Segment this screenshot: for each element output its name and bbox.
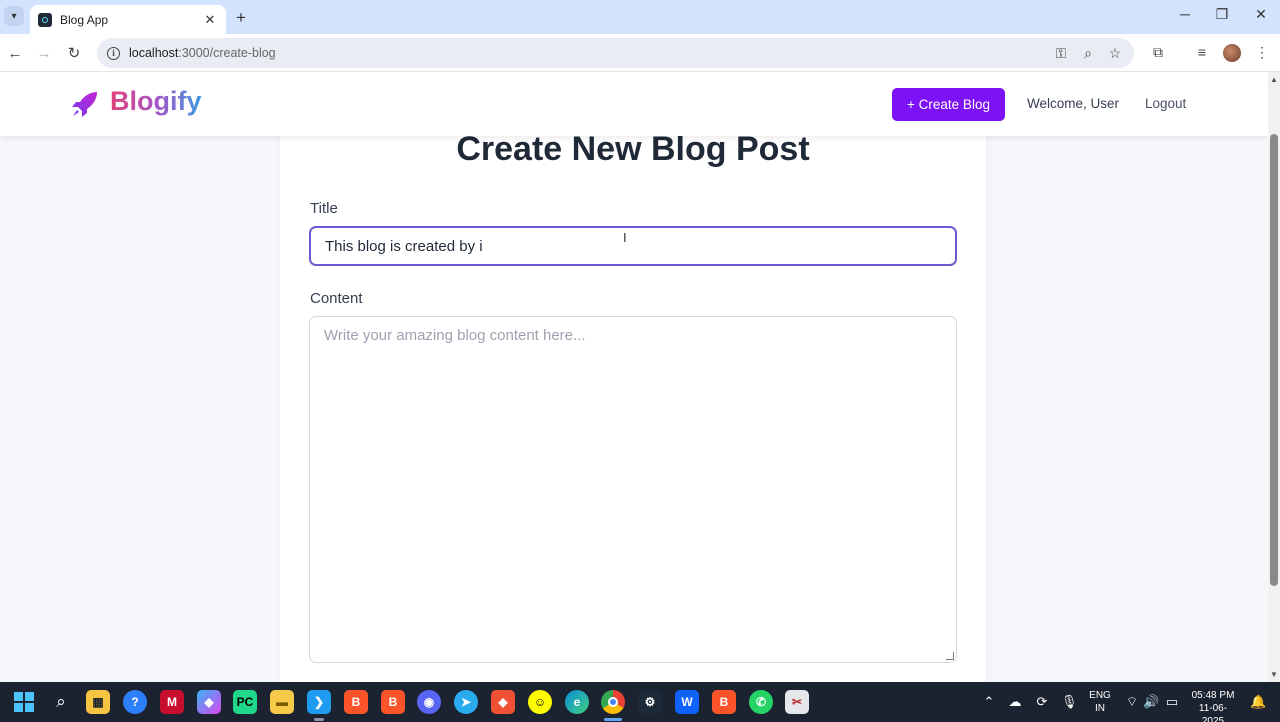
- textarea-resize-handle[interactable]: [946, 652, 954, 660]
- browser-tab[interactable]: Blog App ✕: [30, 5, 226, 34]
- create-blog-button[interactable]: + Create Blog: [892, 88, 1005, 121]
- vscode-icon[interactable]: ❯: [307, 690, 331, 714]
- language-indicator[interactable]: ENG IN: [1088, 689, 1112, 715]
- clock-time: 05:48 PM: [1191, 690, 1235, 701]
- mouse-ibeam-cursor-icon: I: [623, 230, 627, 245]
- notification-bell-icon[interactable]: 🔔: [1250, 694, 1266, 710]
- chrome-active-indicator: [604, 718, 622, 721]
- volume-icon[interactable]: 🔊: [1143, 694, 1159, 710]
- onedrive-cloud-icon[interactable]: ☁: [1007, 694, 1023, 710]
- edge-icon[interactable]: e: [565, 690, 589, 714]
- snipping-tool-icon[interactable]: ✂: [785, 690, 809, 714]
- close-window-button[interactable]: ✕: [1246, 6, 1276, 23]
- brand-logo[interactable]: Blogify: [110, 86, 202, 117]
- help-icon[interactable]: ?: [123, 690, 147, 714]
- minimize-button[interactable]: ─: [1170, 6, 1200, 22]
- copilot-icon[interactable]: ◆: [197, 690, 221, 714]
- sync-icon[interactable]: ⟳: [1034, 694, 1050, 710]
- region-code: IN: [1095, 703, 1105, 714]
- store-icon[interactable]: ▦: [86, 690, 110, 714]
- tab-search-icon[interactable]: ▾: [4, 6, 24, 26]
- git-icon[interactable]: ◆: [491, 690, 515, 714]
- telegram-icon[interactable]: ➤: [454, 690, 478, 714]
- windows-taskbar: ⌕ ▦ ? M ◆ PC ▬ ❯ B B ◉ ➤ ◆ ☺ e ⚙ W B ✆ ✂…: [0, 682, 1280, 722]
- brave-beta-icon[interactable]: B: [344, 690, 368, 714]
- media-control-icon[interactable]: ≡: [1192, 44, 1212, 60]
- content-textarea[interactable]: [309, 316, 957, 663]
- mcafee-icon[interactable]: M: [160, 690, 184, 714]
- battery-icon[interactable]: ▭: [1164, 694, 1180, 710]
- search-icon[interactable]: ⌕: [49, 690, 73, 714]
- show-hidden-icons-chevron-icon[interactable]: ⌃: [981, 694, 997, 710]
- rocket-icon: [72, 92, 97, 117]
- menu-kebab-icon[interactable]: ⋮: [1252, 44, 1272, 61]
- site-navbar: Blogify + Create Blog Welcome, User Logo…: [0, 72, 1268, 136]
- microphone-icon[interactable]: 🎙: [1061, 694, 1078, 710]
- wifi-icon[interactable]: ⌔: [1124, 694, 1140, 710]
- title-label: Title: [310, 200, 338, 217]
- content-label: Content: [310, 290, 363, 307]
- new-tab-button[interactable]: +: [230, 7, 252, 27]
- title-input[interactable]: [309, 226, 957, 266]
- create-blog-card: Create New Blog Post Title Content I: [280, 102, 986, 682]
- language-code: ENG: [1089, 690, 1111, 701]
- scroll-up-arrow-icon[interactable]: ▲: [1270, 75, 1278, 84]
- steam-icon[interactable]: ⚙: [638, 690, 662, 714]
- file-explorer-icon[interactable]: ▬: [270, 690, 294, 714]
- tab-title: Blog App: [60, 12, 109, 27]
- tab-close-icon[interactable]: ✕: [202, 12, 218, 28]
- brave-icon[interactable]: B: [381, 690, 405, 714]
- webstorm-icon[interactable]: W: [675, 690, 699, 714]
- back-arrow-icon[interactable]: ←: [4, 42, 26, 64]
- password-key-icon[interactable]: ⚿: [1052, 45, 1070, 62]
- windows-start-icon[interactable]: [12, 690, 36, 714]
- vscode-open-indicator: [314, 718, 324, 721]
- site-info-icon[interactable]: i: [107, 46, 120, 60]
- clock[interactable]: 05:48 PM 11-06-2025: [1188, 689, 1238, 722]
- chrome-icon[interactable]: [601, 690, 625, 714]
- snapchat-icon[interactable]: ☺: [528, 690, 552, 714]
- brave-nightly-icon[interactable]: B: [712, 690, 736, 714]
- logout-link[interactable]: Logout: [1145, 96, 1186, 111]
- extensions-puzzle-icon[interactable]: ⧉: [1148, 44, 1168, 61]
- maximize-button[interactable]: ❐: [1207, 6, 1237, 23]
- react-favicon-icon: [38, 12, 52, 27]
- browser-toolbar: ← → ↻ i localhost:3000/create-blog ⚿ ⌕ ☆…: [0, 34, 1280, 72]
- scroll-thumb[interactable]: [1270, 134, 1278, 586]
- url-host: localhost: [129, 46, 179, 60]
- zoom-icon[interactable]: ⌕: [1079, 45, 1097, 62]
- page-scrollbar[interactable]: ▲ ▼: [1268, 72, 1280, 682]
- clock-date: 11-06-2025: [1198, 703, 1228, 722]
- welcome-text: Welcome, User: [1027, 96, 1120, 111]
- bookmark-star-icon[interactable]: ☆: [1106, 45, 1124, 62]
- page-viewport: Blogify + Create Blog Welcome, User Logo…: [0, 72, 1268, 682]
- reload-icon[interactable]: ↻: [63, 42, 85, 64]
- forward-arrow-icon[interactable]: →: [33, 42, 55, 64]
- discord-icon[interactable]: ◉: [417, 690, 441, 714]
- scroll-down-arrow-icon[interactable]: ▼: [1270, 670, 1278, 679]
- pycharm-icon[interactable]: PC: [233, 690, 257, 714]
- browser-tab-bar: ▾ Blog App ✕ + ─ ❐ ✕: [0, 0, 1280, 34]
- url-path: :3000/create-blog: [178, 46, 276, 60]
- address-bar[interactable]: i localhost:3000/create-blog ⚿ ⌕ ☆: [97, 38, 1134, 68]
- whatsapp-icon[interactable]: ✆: [749, 690, 773, 714]
- profile-avatar[interactable]: [1223, 44, 1241, 62]
